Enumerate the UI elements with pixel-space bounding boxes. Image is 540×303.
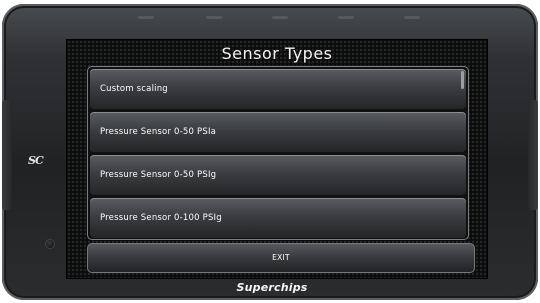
sc-logo-icon: SC	[28, 154, 44, 167]
vent-slot	[206, 16, 222, 19]
list-item-label: Pressure Sensor 0-50 PSIg	[100, 170, 217, 180]
side-grip-right	[528, 100, 538, 210]
vent-slot	[338, 16, 354, 19]
sensor-type-list: Custom scaling Pressure Sensor 0-50 PSIa…	[87, 66, 469, 240]
side-grip-left	[2, 100, 12, 210]
scrollbar[interactable]	[461, 71, 464, 89]
vent-slot	[404, 16, 420, 19]
touch-screen: Sensor Types Custom scaling Pressure Sen…	[66, 39, 488, 279]
vent-slot	[272, 16, 288, 19]
power-indicator-icon[interactable]	[46, 240, 54, 248]
list-item-pressure-0-50-psia[interactable]: Pressure Sensor 0-50 PSIa	[90, 112, 466, 152]
exit-button[interactable]: EXIT	[87, 243, 475, 273]
list-item-label: Custom scaling	[100, 84, 168, 94]
list-item-custom-scaling[interactable]: Custom scaling	[90, 69, 466, 109]
vent-slot	[138, 16, 154, 19]
device-bezel: SC Sensor Types Custom scaling Pressure …	[2, 4, 538, 300]
list-item-pressure-0-100-psig[interactable]: Pressure Sensor 0-100 PSIg	[90, 198, 466, 238]
list-item-label: Pressure Sensor 0-50 PSIa	[100, 127, 217, 137]
page-title: Sensor Types	[221, 44, 333, 63]
list-item-label: Pressure Sensor 0-100 PSIg	[100, 213, 222, 223]
brand-logo: Superchips	[236, 281, 308, 294]
list-item-pressure-0-50-psig[interactable]: Pressure Sensor 0-50 PSIg	[90, 155, 466, 195]
